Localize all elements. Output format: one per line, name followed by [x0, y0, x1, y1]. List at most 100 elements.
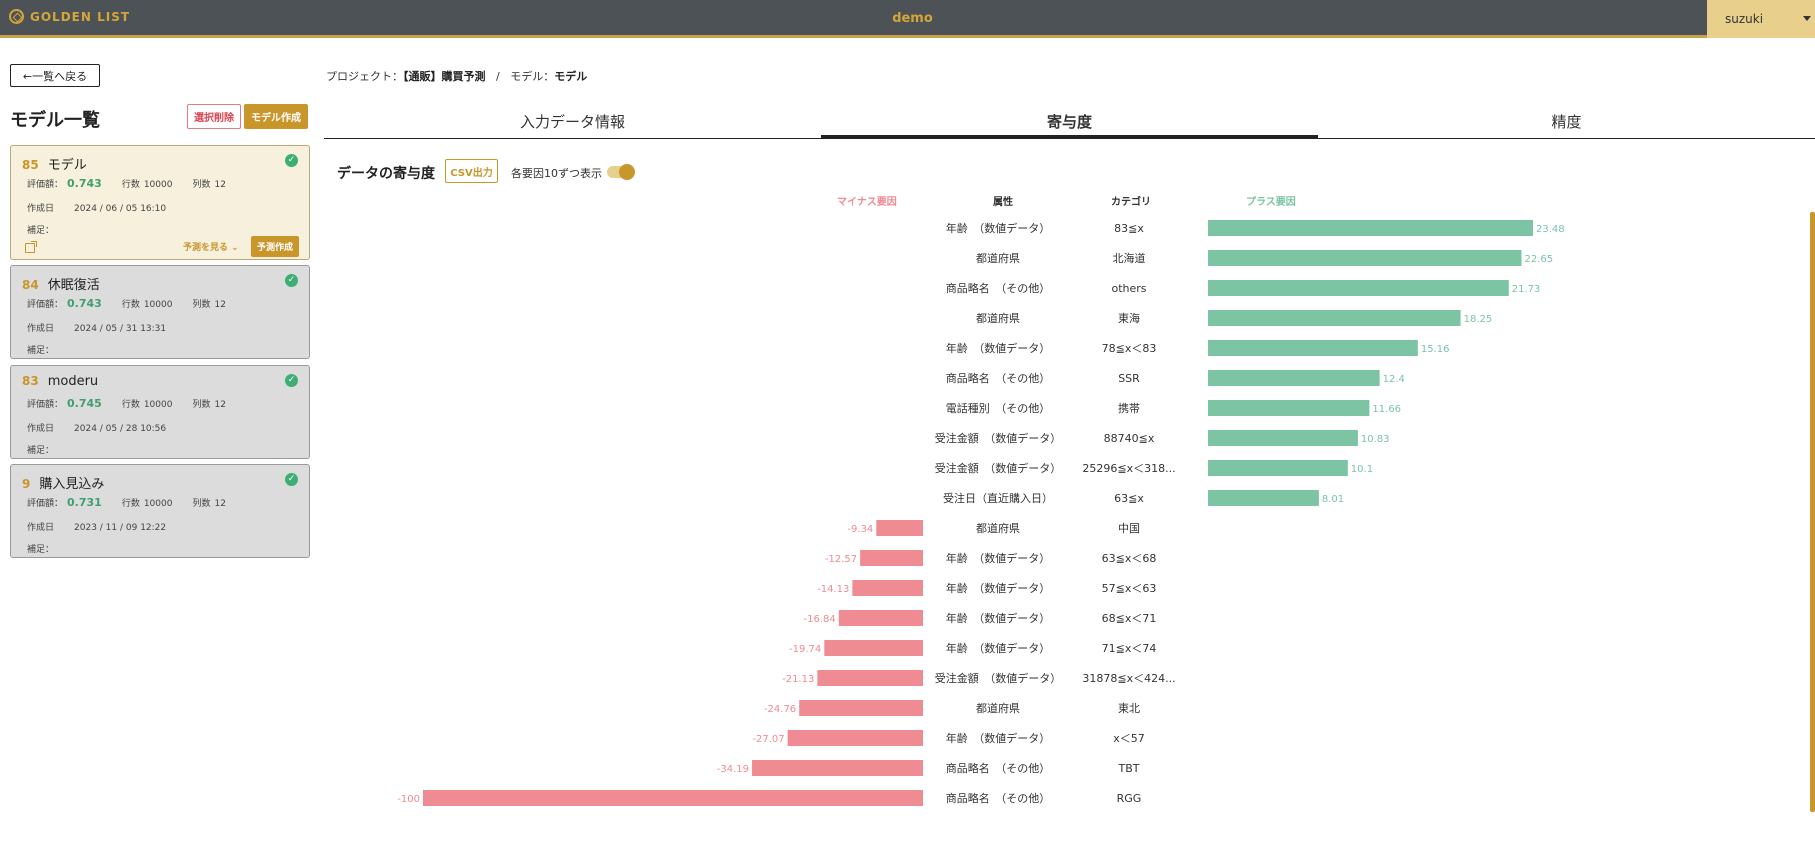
bar-value-label: -27.07 — [752, 734, 784, 745]
model-card[interactable]: 85 モデル ✓ 評価額： 0.743 行数 10000 列数 12 作成日 2024 / 06 /… — [10, 145, 310, 260]
breadcrumb-project[interactable]: 【通販】購買予測 — [403, 70, 486, 83]
positive-bar — [1208, 460, 1348, 476]
model-card-head: 85 モデル — [22, 154, 87, 173]
model-rows: 10000 — [143, 300, 173, 310]
view-predictions-link[interactable]: 予測を見る ⌄ — [183, 240, 239, 253]
model-card[interactable]: 9 購入見込み ✓ 評価額： 0.731 行数 10000 列数 12 作成日 2023 / 11 … — [10, 464, 310, 558]
negative-bar — [852, 580, 923, 596]
attribute-label: 商品略名 （その他） — [946, 371, 1051, 385]
positive-bar — [1208, 220, 1533, 236]
negative-bar — [824, 640, 923, 656]
model-created-date: 2023 / 11 / 09 12:22 — [74, 523, 167, 533]
bar-value-label: -12.57 — [825, 554, 857, 565]
attribute-label: 都道府県 — [976, 311, 1020, 325]
category-label: 東北 — [1118, 702, 1140, 715]
model-card-head: 83 moderu — [22, 374, 98, 389]
category-label: RGG — [1117, 792, 1142, 805]
model-rows: 10000 — [143, 400, 173, 410]
category-label: 88740≦x — [1104, 432, 1155, 445]
tab-input-data[interactable]: 入力データ情報 — [324, 104, 821, 138]
breadcrumb: プロジェクト：【通販】購買予測 / モデル：モデル — [326, 70, 588, 83]
model-created-date: 2024 / 05 / 28 10:56 — [74, 424, 167, 434]
csv-export-button[interactable]: CSV出力 — [445, 159, 498, 183]
bar-value-label: -14.13 — [817, 584, 849, 595]
bar-value-label: 15.16 — [1421, 344, 1450, 355]
category-label: 57≦x＜63 — [1102, 582, 1157, 595]
category-label: others — [1111, 282, 1146, 295]
attribute-label: 年齢 （数値データ） — [946, 341, 1051, 355]
create-model-button[interactable]: モデル作成 — [244, 104, 308, 129]
attribute-label: 都道府県 — [976, 251, 1020, 265]
model-card-head: 9 購入見込み — [22, 473, 104, 492]
chevron-down-icon — [1803, 16, 1811, 21]
model-note: 補足： — [27, 346, 55, 356]
attribute-label: 年齢 （数値データ） — [946, 611, 1051, 625]
model-cols: 12 — [214, 400, 226, 410]
attribute-label: 受注日（直近購入日） — [943, 491, 1053, 505]
model-cols: 12 — [214, 499, 226, 509]
check-icon: ✓ — [285, 473, 298, 486]
category-label: 63≦x — [1114, 492, 1144, 505]
bar-value-label: 10.83 — [1361, 434, 1390, 445]
bar-value-label: -21.13 — [782, 674, 814, 685]
attribute-label: 商品略名 （その他） — [946, 791, 1051, 805]
model-metrics: 評価額： 0.743 行数 10000 列数 12 — [27, 297, 226, 310]
model-card[interactable]: 83 moderu ✓ 評価額： 0.745 行数 10000 列数 12 作成日 2024 / 0… — [10, 365, 310, 459]
attribute-label: 電話種別 （その他） — [946, 401, 1051, 415]
model-created: 作成日 2024 / 05 / 28 10:56 — [27, 424, 167, 434]
category-label: 63≦x＜68 — [1102, 552, 1157, 565]
delete-selected-button[interactable]: 選択削除 — [187, 104, 241, 129]
model-card[interactable]: 84 休眠復活 ✓ 評価額： 0.743 行数 10000 列数 12 作成日 2024 / 05 … — [10, 265, 310, 359]
positive-bar — [1208, 370, 1380, 386]
negative-bar — [838, 610, 923, 626]
check-icon: ✓ — [285, 374, 298, 387]
model-score: 0.745 — [67, 397, 102, 410]
model-cols: 12 — [214, 300, 226, 310]
plus-header: プラス要因 — [1246, 197, 1296, 208]
section-title: データの寄与度 — [337, 166, 435, 182]
category-label: 携帯 — [1118, 401, 1140, 415]
positive-bar — [1208, 430, 1358, 446]
tab-contribution[interactable]: 寄与度 — [821, 104, 1318, 138]
bar-value-label: -19.74 — [789, 644, 821, 655]
bar-value-label: -24.76 — [764, 704, 796, 715]
category-label: 東海 — [1118, 311, 1140, 325]
tab-bar: 入力データ情報 寄与度 精度 — [324, 104, 1815, 139]
model-metrics: 評価額： 0.745 行数 10000 列数 12 — [27, 397, 226, 410]
check-icon: ✓ — [285, 154, 298, 167]
create-prediction-button[interactable]: 予測作成 — [251, 236, 299, 257]
category-label: 78≦x＜83 — [1102, 342, 1157, 355]
bar-value-label: 21.73 — [1512, 284, 1541, 295]
positive-bar — [1208, 250, 1522, 266]
model-note: 補足： — [27, 446, 55, 456]
category-header: カテゴリ — [1111, 197, 1151, 208]
bar-value-label: -16.84 — [804, 614, 836, 625]
negative-bar — [787, 730, 923, 746]
toggle-label: 各要因10ずつ表示 — [511, 167, 602, 180]
back-to-list-button[interactable]: ←一覧へ戻る — [10, 64, 100, 87]
model-note: 補足： — [27, 226, 55, 236]
model-name: moderu — [47, 374, 99, 389]
bar-value-label: -34.19 — [717, 764, 749, 775]
model-cols: 12 — [214, 180, 226, 190]
model-score: 0.743 — [67, 297, 102, 310]
category-label: 北海道 — [1113, 251, 1146, 265]
bar-value-label: 23.48 — [1536, 224, 1565, 235]
scrollbar[interactable] — [1810, 212, 1815, 812]
show-10-toggle[interactable] — [607, 164, 635, 180]
tab-accuracy[interactable]: 精度 — [1318, 104, 1815, 138]
model-created: 作成日 2024 / 05 / 31 13:31 — [27, 324, 167, 334]
external-link-icon[interactable] — [25, 241, 37, 253]
attribute-label: 商品略名 （その他） — [946, 281, 1051, 295]
category-label: SSR — [1118, 372, 1140, 385]
category-label: TBT — [1118, 762, 1140, 775]
negative-bar — [423, 790, 923, 806]
negative-bar — [752, 760, 923, 776]
category-label: 25296≦x＜318... — [1082, 462, 1175, 475]
attribute-label: 年齢 （数値データ） — [946, 551, 1051, 565]
user-menu[interactable]: suzuki — [1707, 0, 1815, 38]
category-label: 83≦x — [1114, 222, 1144, 235]
negative-bar — [799, 700, 923, 716]
model-created-date: 2024 / 06 / 05 16:10 — [74, 204, 167, 214]
breadcrumb-model: モデル — [554, 70, 588, 83]
